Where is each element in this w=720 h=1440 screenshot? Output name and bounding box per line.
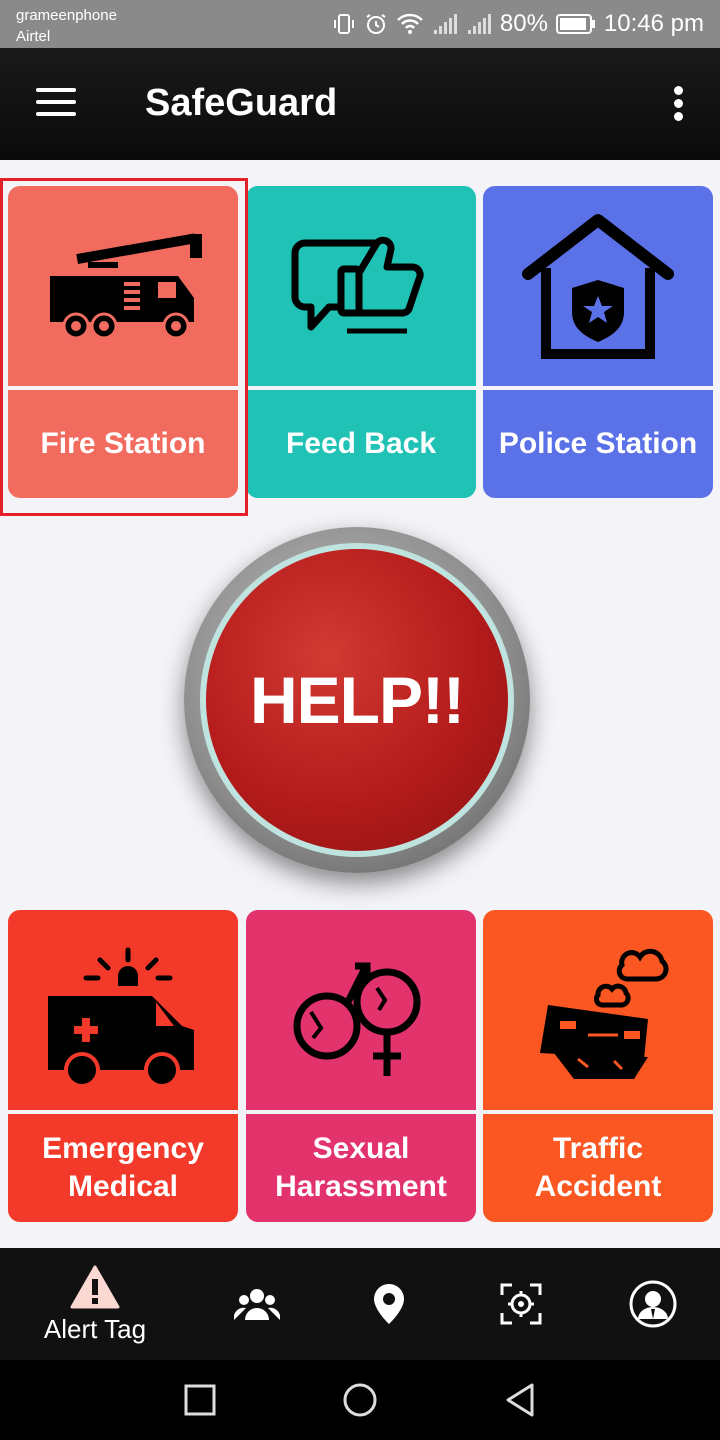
alarm-icon: [366, 14, 386, 34]
traffic-accident-label: Traffic Accident: [534, 1132, 662, 1203]
signal-2-icon: [467, 14, 491, 34]
carrier-info: grameenphone Airtel: [16, 5, 117, 47]
nav-alert-tag[interactable]: Alert Tag: [30, 1248, 160, 1360]
gender-symbols-icon: [246, 910, 476, 1110]
signal-1-icon: [433, 14, 457, 34]
status-bar: grameenphone Airtel 80% 10:46 pm: [0, 0, 720, 48]
battery-percent: 80%: [499, 10, 548, 37]
alert-icon: [70, 1265, 120, 1308]
feedback-label: Feed Back: [285, 427, 437, 460]
clock: 10:46 pm: [603, 10, 704, 37]
carrier-1: grameenphone: [16, 7, 117, 24]
home-icon[interactable]: [340, 1380, 380, 1420]
app-bar: SafeGuard: [0, 48, 720, 160]
help-button[interactable]: HELP!!: [184, 527, 530, 873]
emergency-medical-tile[interactable]: Emergency Medical: [8, 910, 238, 1222]
help-label: HELP!!: [250, 663, 465, 737]
system-navigation-bar: [0, 1360, 720, 1440]
police-station-tile[interactable]: Police Station: [483, 186, 713, 498]
overflow-menu-icon[interactable]: [674, 86, 684, 122]
battery-icon: [555, 14, 595, 34]
police-station-icon: [483, 186, 713, 386]
nav-profile[interactable]: [618, 1248, 688, 1360]
group-icon: [234, 1289, 280, 1320]
nav-alert-tag-label: Alert Tag: [43, 1313, 147, 1344]
police-station-label: Police Station: [498, 427, 698, 460]
app-title: SafeGuard: [145, 82, 338, 124]
nav-gps[interactable]: [486, 1248, 556, 1360]
ambulance-icon: [8, 910, 238, 1110]
menu-icon[interactable]: [36, 88, 76, 120]
selection-highlight: [0, 178, 248, 516]
feedback-thumbs-up-icon: [246, 186, 476, 386]
sexual-harassment-tile[interactable]: Sexual Harassment: [246, 910, 476, 1222]
carrier-2: Airtel: [16, 28, 51, 45]
emergency-medical-label: Emergency Medical: [42, 1132, 204, 1203]
location-pin-icon: [374, 1284, 404, 1324]
traffic-accident-tile[interactable]: Traffic Accident: [483, 910, 713, 1222]
vibrate-icon: [333, 14, 354, 34]
nav-group[interactable]: [222, 1248, 292, 1360]
back-icon[interactable]: [500, 1380, 540, 1420]
wifi-icon: [396, 13, 423, 34]
bottom-navigation: Alert Tag: [0, 1248, 720, 1360]
status-icons: 80% 10:46 pm: [332, 8, 704, 40]
feedback-tile[interactable]: Feed Back: [246, 186, 476, 498]
gps-target-icon: [500, 1283, 542, 1325]
nav-location[interactable]: [354, 1248, 424, 1360]
recent-apps-icon[interactable]: [180, 1380, 220, 1420]
sexual-harassment-label: Sexual Harassment: [275, 1132, 447, 1203]
car-crash-icon: [483, 910, 713, 1110]
profile-icon: [629, 1280, 677, 1328]
